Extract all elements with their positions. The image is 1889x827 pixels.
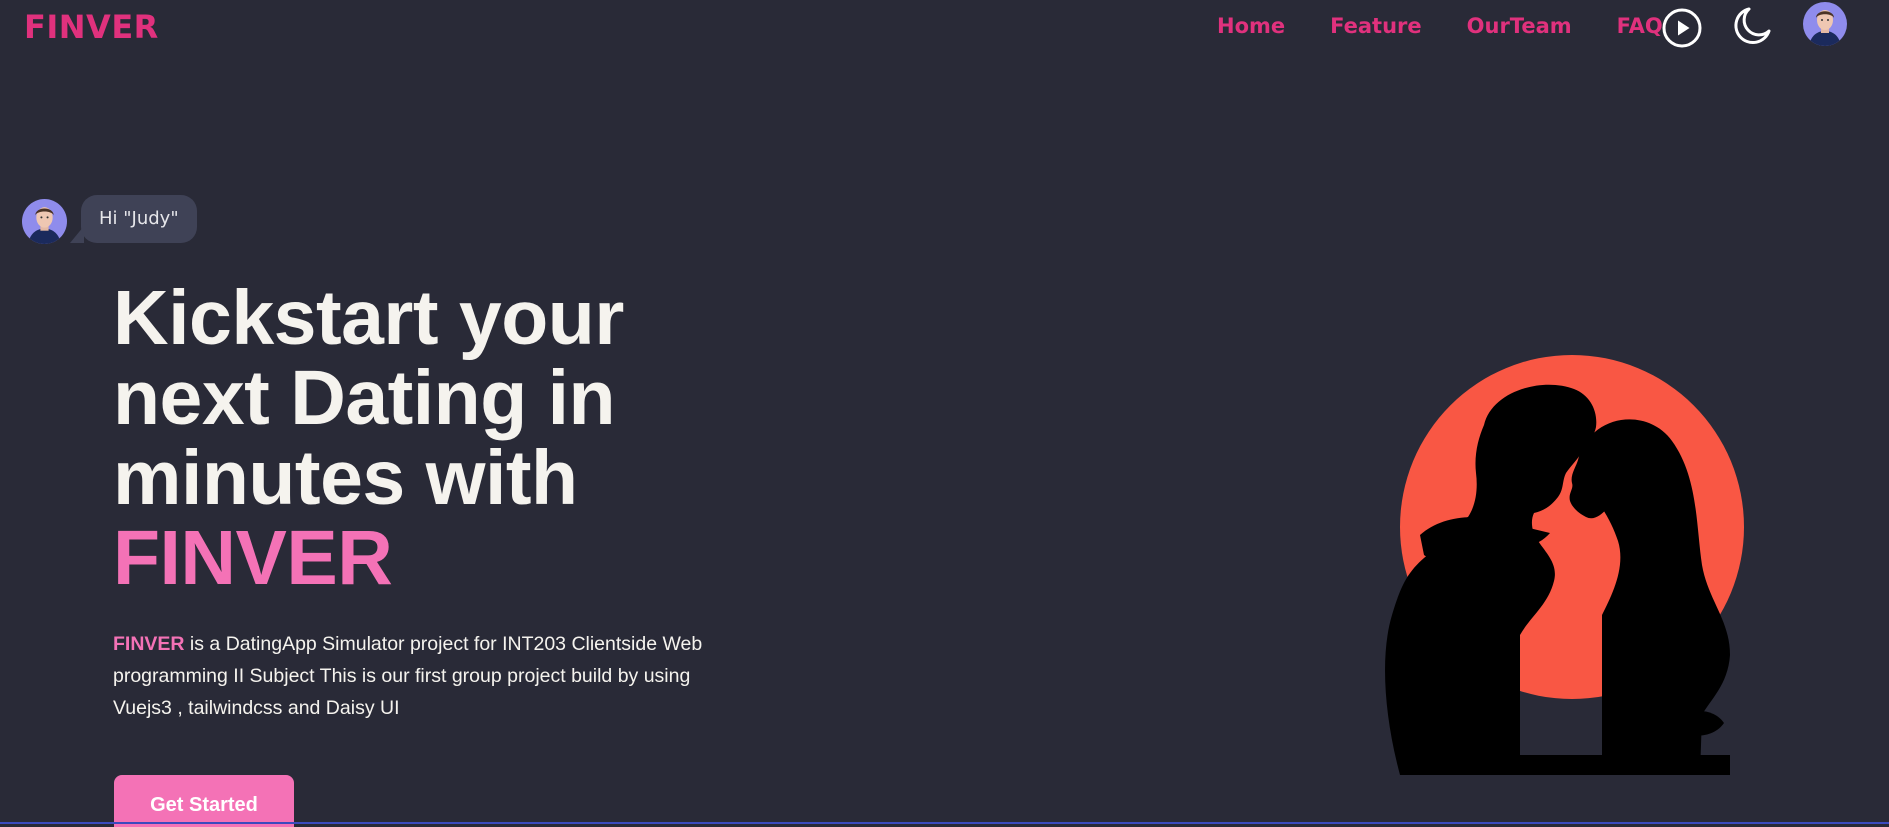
- couple-illustration: [1380, 355, 1780, 775]
- hero-title: Kickstart your next Dating in minutes wi…: [113, 278, 733, 598]
- chat-avatar: [22, 199, 67, 244]
- landing-page: FINVER Home Feature OurTeam FAQ Hi "Judy…: [0, 0, 1889, 827]
- hero-description: FINVER is a DatingApp Simulator project …: [113, 628, 703, 724]
- brand-logo[interactable]: FINVER: [24, 8, 159, 46]
- hero-title-accent: FINVER: [113, 515, 393, 601]
- hero-title-line-2: next Dating in: [113, 355, 616, 441]
- hero-description-text: is a DatingApp Simulator project for INT…: [113, 633, 703, 719]
- nav-feature[interactable]: Feature: [1330, 14, 1422, 38]
- main-nav: Home Feature OurTeam FAQ: [1217, 14, 1663, 38]
- hero-description-brand: FINVER: [113, 633, 185, 655]
- nav-home[interactable]: Home: [1217, 14, 1285, 38]
- nav-faq[interactable]: FAQ: [1617, 14, 1663, 38]
- user-avatar[interactable]: [1803, 2, 1847, 46]
- moon-icon[interactable]: [1732, 4, 1774, 46]
- hero-title-line-3: minutes with: [113, 435, 578, 521]
- bottom-divider: [0, 822, 1889, 824]
- nav-ourteam[interactable]: OurTeam: [1467, 14, 1572, 38]
- get-started-button[interactable]: Get Started: [114, 775, 294, 827]
- hero-title-line-1: Kickstart your: [113, 275, 624, 361]
- chat-bubble: Hi "Judy": [81, 195, 197, 243]
- play-circle-icon[interactable]: [1662, 8, 1702, 48]
